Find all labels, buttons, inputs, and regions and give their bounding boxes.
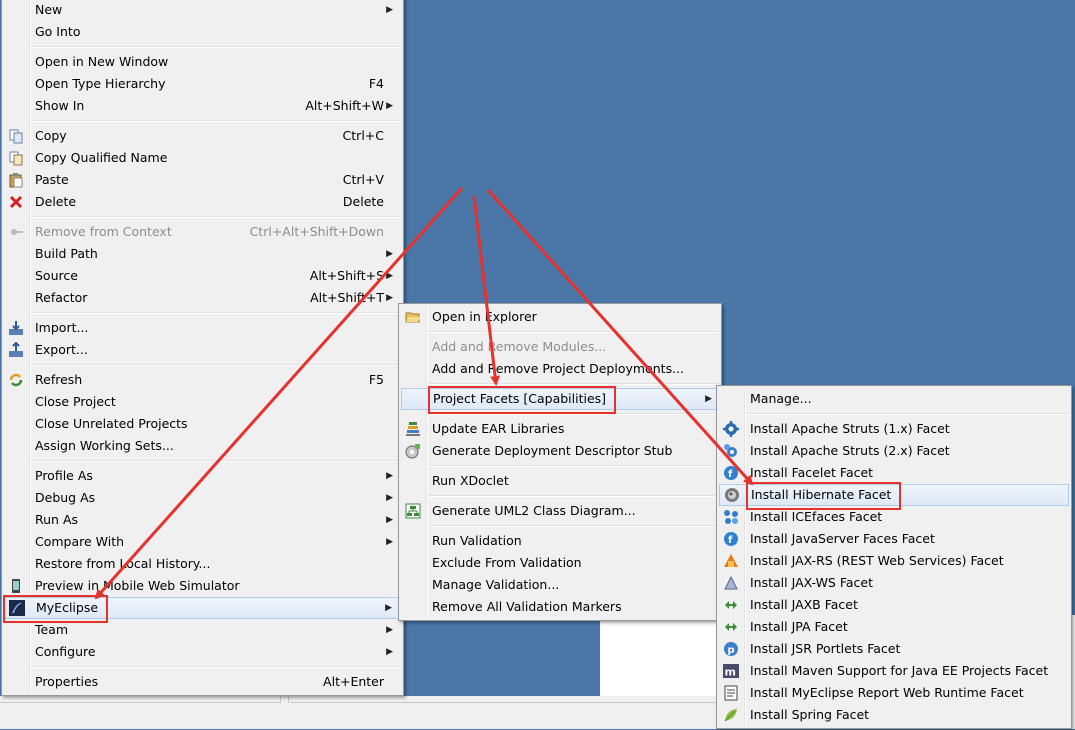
arrow-to-myeclipse: [94, 187, 464, 600]
arrow-to-project-facets: [472, 195, 501, 386]
arrow-to-hibernate: [486, 188, 754, 486]
annotation-arrows: [94, 187, 754, 600]
